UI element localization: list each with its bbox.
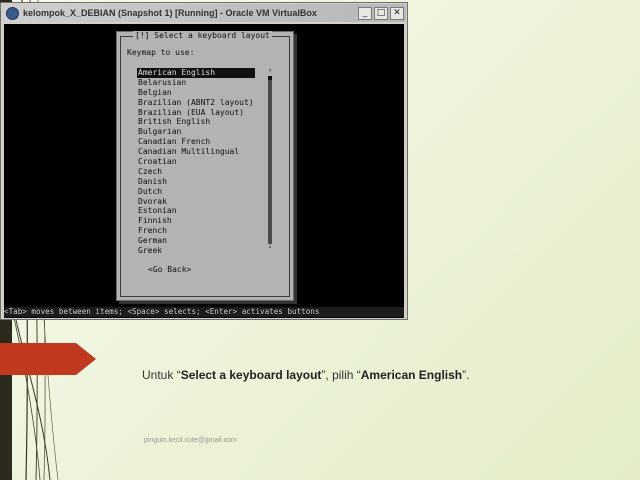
keymap-option[interactable]: Danish (137, 177, 255, 187)
virtualbox-window: kelompok_X_DEBIAN (Snapshot 1) [Running]… (0, 2, 408, 320)
caption-prefix: Untuk “ (142, 368, 181, 382)
keymap-prompt: Keymap to use: (127, 48, 195, 57)
scroll-down-icon[interactable]: ↓ (267, 244, 273, 250)
keymap-option[interactable]: Canadian Multilingual (137, 147, 255, 157)
vm-console[interactable]: [!] Select a keyboard layout Keymap to u… (4, 24, 404, 318)
keymap-option[interactable]: Croatian (137, 157, 255, 167)
keymap-option[interactable]: Czech (137, 167, 255, 177)
window-controls: _ □ ✕ (358, 6, 404, 20)
caption-bold-american: American English (360, 368, 463, 382)
keymap-option[interactable]: Finnish (137, 216, 255, 226)
dialog-title: [!] Select a keyboard layout (133, 31, 272, 40)
keymap-option[interactable]: Belgian (137, 88, 255, 98)
keymap-option[interactable]: Greek (137, 246, 255, 256)
caption-bold-select: Select a keyboard layout (180, 368, 322, 382)
keyboard-layout-dialog: [!] Select a keyboard layout Keymap to u… (116, 31, 294, 301)
keymap-option[interactable]: German (137, 236, 255, 246)
keymap-option[interactable]: French (137, 226, 255, 236)
keymap-option[interactable]: Belarusian (137, 78, 255, 88)
keymap-option[interactable]: British English (137, 117, 255, 127)
installer-status-line: <Tab> moves between items; <Space> selec… (4, 307, 404, 317)
virtualbox-app-icon (6, 6, 19, 20)
caption-suffix: ”. (462, 368, 470, 382)
keymap-option[interactable]: Estonian (137, 206, 255, 216)
keymap-list[interactable]: American English Belarusian Belgian Brazili… (137, 68, 255, 256)
keymap-option[interactable]: Dvorak (137, 197, 255, 207)
keymap-option[interactable]: Brazilian (EUA layout) (137, 108, 255, 118)
window-titlebar[interactable]: kelompok_X_DEBIAN (Snapshot 1) [Running]… (2, 4, 406, 22)
maximize-icon[interactable]: □ (374, 6, 388, 20)
scrollbar-track[interactable] (268, 80, 272, 244)
keymap-option[interactable]: Dutch (137, 187, 255, 197)
keymap-option[interactable]: Bulgarian (137, 127, 255, 137)
window-title: kelompok_X_DEBIAN (Snapshot 1) [Running]… (23, 8, 317, 18)
caption-middle: ”, pilih “ (321, 368, 361, 382)
keymap-option[interactable]: Brazilian (ABNT2 layout) (137, 98, 255, 108)
close-icon[interactable]: ✕ (390, 6, 404, 20)
keymap-option[interactable]: American English (137, 68, 255, 78)
footer-email: pinguin.kecil.cute@gmail.com (144, 437, 237, 444)
red-arrow-shape (0, 343, 96, 375)
keymap-scrollbar[interactable]: ↑ ↓ (267, 68, 273, 250)
minimize-icon[interactable]: _ (358, 6, 372, 20)
go-back-button[interactable]: <Go Back> (148, 265, 191, 274)
keymap-option[interactable]: Canadian French (137, 137, 255, 147)
scroll-up-icon[interactable]: ↑ (267, 68, 273, 74)
slide-caption: Untuk “Select a keyboard layout”, pilih … (142, 368, 469, 382)
